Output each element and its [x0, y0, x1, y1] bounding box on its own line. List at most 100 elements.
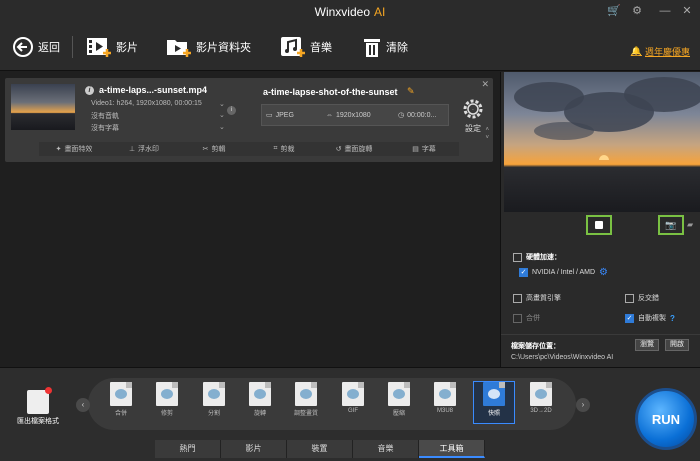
hw-settings-gear-icon[interactable]: ⚙	[599, 267, 608, 278]
edit-toolbar: ✦ 畫面特效 ⊥ 浮水印 ✂ 剪輯 ⌗ 剪裁 ↺ 畫面旋轉 ▤ 字幕	[39, 142, 459, 156]
preview-sun	[599, 155, 609, 160]
settings-icon[interactable]: ⚙	[630, 4, 644, 18]
add-folder-button[interactable]: 影片資料夾	[166, 34, 251, 60]
deinterlace-option[interactable]: 反交錯	[625, 293, 659, 303]
tab-device[interactable]: 裝置	[287, 440, 353, 458]
video-thumbnail[interactable]	[11, 84, 75, 130]
3d-to-2d-icon	[530, 382, 552, 406]
trim-icon	[156, 382, 178, 406]
tool-snapshot[interactable]: 快照	[473, 381, 515, 424]
auto-copy-option[interactable]: ✓ 自動複製 ?	[625, 313, 675, 323]
hq-engine-checkbox[interactable]	[513, 293, 522, 303]
carousel-prev-icon[interactable]: ‹	[76, 398, 90, 412]
watermark-label: 浮水印	[138, 146, 160, 153]
tool-rotate-label: 旋轉	[253, 411, 266, 417]
file-list: i a-time-laps...-sunset.mp4 Video1: h264…	[0, 72, 500, 367]
close-icon[interactable]: ✕	[680, 4, 694, 18]
tool-split[interactable]: 分割	[195, 382, 233, 417]
stop-button[interactable]	[586, 215, 612, 235]
hq-engine-option[interactable]: 高畫質引擎	[513, 293, 561, 303]
help-icon[interactable]: ?	[670, 314, 675, 323]
open-snapshot-folder-icon[interactable]: ▰	[687, 220, 693, 229]
tool-rotate[interactable]: 旋轉	[241, 382, 279, 417]
quality-icon	[295, 382, 317, 406]
auto-copy-checkbox[interactable]: ✓	[625, 313, 634, 323]
run-button[interactable]: RUN	[635, 388, 697, 450]
tool-m3u8[interactable]: M3U8	[426, 382, 464, 414]
browse-button[interactable]: 瀏覽	[635, 339, 659, 351]
carousel-next-icon[interactable]: ›	[576, 398, 590, 412]
tool-quality[interactable]: 調整畫質	[287, 382, 325, 417]
auto-copy-label: 自動複製	[638, 315, 666, 322]
tool-compress[interactable]: 壓縮	[380, 382, 418, 417]
weekly-promo-link[interactable]: 🔔 週年慶優惠	[631, 45, 690, 58]
tool-merge[interactable]: 合併	[102, 382, 140, 417]
category-tabs: 熱門 影片 裝置 音樂 工具箱	[155, 440, 485, 458]
source-video-track[interactable]: Video1: h264, 1920x1080, 00:00:15	[91, 100, 202, 107]
output-filename[interactable]: a-time-lapse-shot-of-the-sunset	[263, 87, 398, 97]
rotate-button[interactable]: ↺ 畫面旋轉	[319, 142, 389, 156]
clear-button[interactable]: 清除	[362, 34, 408, 60]
hw-vendor-checkbox[interactable]: ✓	[519, 268, 528, 277]
tab-toolbox[interactable]: 工具箱	[419, 440, 485, 458]
crop-button[interactable]: ⌗ 剪裁	[249, 142, 319, 156]
output-resolution: ⇔ 1920x1080	[326, 112, 398, 119]
track-info-icon[interactable]: i	[227, 106, 236, 115]
crop-label: 剪裁	[280, 146, 295, 153]
merge-label: 合併	[526, 315, 540, 322]
tool-m3u8-label: M3U8	[436, 408, 453, 414]
tool-merge-label: 合併	[114, 411, 127, 417]
effects-label: 畫面特效	[64, 146, 93, 153]
add-music-button[interactable]: 音樂	[280, 34, 332, 60]
remove-item-icon[interactable]: ✕	[481, 79, 489, 90]
tool-gif[interactable]: GIF	[334, 382, 372, 414]
save-location-label: 檔案儲存位置：	[511, 343, 560, 350]
tool-snapshot-label: 快照	[487, 411, 500, 417]
cart-icon[interactable]: 🛒	[607, 4, 621, 18]
deinterlace-checkbox[interactable]	[625, 293, 634, 303]
hw-accel-label: 硬體加速：	[526, 254, 561, 261]
subtitle-dropdown-icon[interactable]: ⌄	[219, 123, 225, 131]
watermark-button[interactable]: ⊥ 浮水印	[109, 142, 179, 156]
tab-video[interactable]: 影片	[221, 440, 287, 458]
title-bar: Winxvideo AI 🛒 ⚙ — ✕	[0, 0, 700, 24]
tab-music[interactable]: 音樂	[353, 440, 419, 458]
video-preview[interactable]	[504, 72, 700, 212]
trash-icon	[364, 39, 380, 57]
expand-arrows-icon[interactable]: ˄ ˅	[485, 126, 489, 142]
open-folder-button[interactable]: 開啟	[665, 339, 689, 351]
merge-checkbox[interactable]	[513, 313, 522, 323]
tool-split-label: 分割	[207, 411, 220, 417]
effects-button[interactable]: ✦ 畫面特效	[39, 142, 109, 156]
back-button[interactable]: 返回	[12, 34, 60, 60]
export-format-button[interactable]: 匯出檔案格式	[12, 387, 64, 426]
snapshot-button[interactable]: 📷	[658, 215, 684, 235]
format-panel: 匯出檔案格式 ‹ › 合併 修剪 分割 旋轉 調整畫質 GIF 壓縮 M3U8 …	[0, 367, 700, 461]
hw-vendor-option[interactable]: ✓ NVIDIA / Intel / AMD ⚙	[519, 267, 608, 278]
merge-option[interactable]: 合併	[513, 313, 540, 323]
video-item[interactable]: i a-time-laps...-sunset.mp4 Video1: h264…	[5, 78, 493, 162]
hw-accel-checkbox[interactable]	[513, 252, 522, 262]
add-video-button[interactable]: 影片	[86, 34, 138, 60]
add-folder-label: 影片資料夾	[196, 42, 251, 54]
rotate-label: 畫面旋轉	[344, 146, 373, 153]
music-add-icon	[281, 37, 305, 57]
minimize-icon[interactable]: —	[658, 4, 672, 18]
tool-3d-2d-label: 3D→2D	[530, 408, 552, 414]
subtitle-label: 字幕	[421, 146, 436, 153]
trim-label: 剪輯	[211, 146, 226, 153]
video-track-dropdown-icon[interactable]: ⌄	[219, 100, 225, 108]
source-audio-track[interactable]: 沒有音軌	[91, 111, 119, 121]
audio-track-dropdown-icon[interactable]: ⌄	[219, 111, 225, 119]
hw-accel-option[interactable]: 硬體加速：	[513, 252, 561, 262]
settings-button[interactable]: · 設定	[459, 98, 487, 134]
tool-3d-2d[interactable]: 3D→2D	[522, 382, 560, 414]
tool-quality-label: 調整畫質	[293, 411, 318, 417]
pencil-icon[interactable]: ✎	[407, 86, 415, 97]
tab-popular[interactable]: 熱門	[155, 440, 221, 458]
info-icon[interactable]: i	[85, 85, 94, 95]
trim-button[interactable]: ✂ 剪輯	[179, 142, 249, 156]
source-subtitle-track[interactable]: 沒有字幕	[91, 123, 119, 133]
subtitle-button[interactable]: ▤ 字幕	[389, 142, 459, 156]
tool-trim[interactable]: 修剪	[148, 382, 186, 417]
